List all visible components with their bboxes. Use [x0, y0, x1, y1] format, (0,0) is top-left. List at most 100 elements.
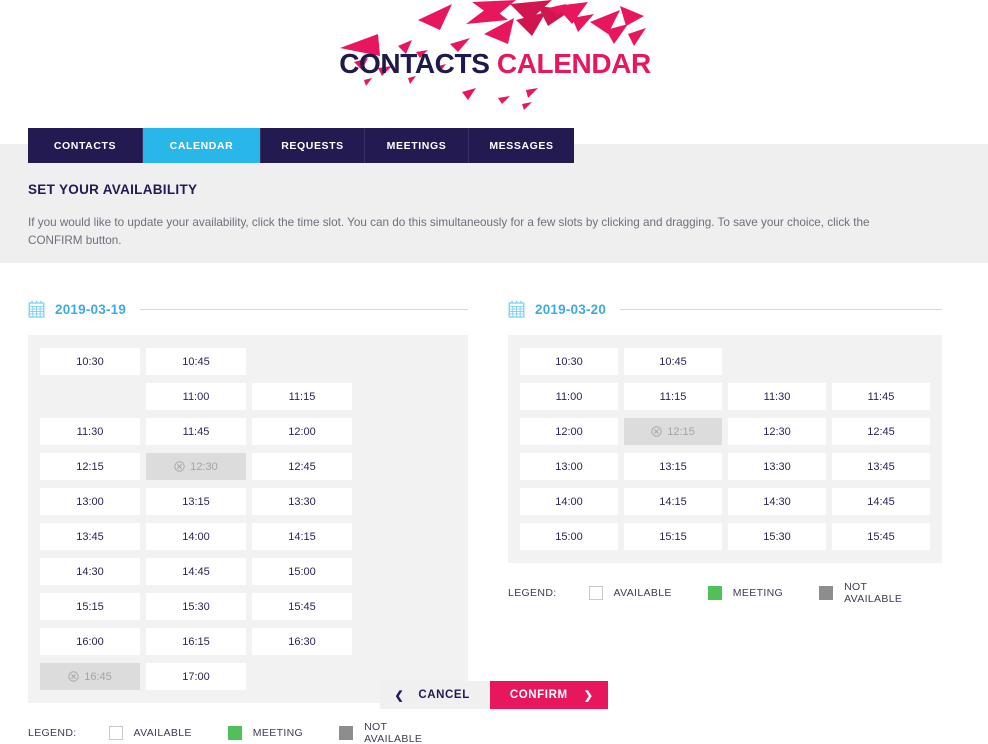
- legend: LEGEND: AVAILABLE MEETING NOT AVAILABLE: [28, 721, 468, 744]
- time-slot-label: 15:00: [288, 565, 316, 578]
- time-slot-14-00[interactable]: 14:00: [520, 488, 618, 515]
- time-slot-12-30[interactable]: 12:30: [728, 418, 826, 445]
- chevron-right-icon: ❯: [583, 689, 594, 702]
- time-slot-placeholder: [252, 348, 352, 375]
- time-slot-14-45[interactable]: 14:45: [146, 558, 246, 585]
- time-slot-label: 13:00: [555, 460, 583, 473]
- time-slot-13-00[interactable]: 13:00: [40, 488, 140, 515]
- time-slot-13-45[interactable]: 13:45: [832, 453, 930, 480]
- confirm-button-label: CONFIRM: [509, 689, 568, 701]
- time-slot-11-15[interactable]: 11:15: [252, 383, 352, 410]
- logo-text: CONTACTS CALENDAR: [320, 48, 670, 80]
- time-slot-label: 12:15: [667, 425, 695, 438]
- time-slot-13-30[interactable]: 13:30: [728, 453, 826, 480]
- time-slot-label: 15:30: [763, 530, 791, 543]
- time-slot-label: 15:15: [76, 600, 104, 613]
- time-slot-10-45[interactable]: 10:45: [146, 348, 246, 375]
- time-slot-label: 12:45: [288, 460, 316, 473]
- time-slot-11-45[interactable]: 11:45: [146, 418, 246, 445]
- time-slot-12-00[interactable]: 12:00: [520, 418, 618, 445]
- tab-requests[interactable]: REQUESTS: [261, 128, 365, 163]
- time-slot-label: 13:00: [76, 495, 104, 508]
- time-slot-10-30[interactable]: 10:30: [40, 348, 140, 375]
- time-slot-16-15[interactable]: 16:15: [146, 628, 246, 655]
- time-slot-11-15[interactable]: 11:15: [624, 383, 722, 410]
- time-slot-label: 11:00: [182, 390, 210, 403]
- time-slot-15-15[interactable]: 15:15: [624, 523, 722, 550]
- logo-word-contacts: CONTACTS: [339, 48, 490, 79]
- divider: [620, 308, 942, 310]
- logo[interactable]: CONTACTS CALENDAR: [320, 0, 670, 112]
- time-slot-13-15[interactable]: 13:15: [624, 453, 722, 480]
- time-slot-14-15[interactable]: 14:15: [252, 523, 352, 550]
- time-slot-10-30[interactable]: 10:30: [520, 348, 618, 375]
- time-slot-label: 16:15: [182, 635, 210, 648]
- time-slot-label: 13:15: [182, 495, 210, 508]
- time-slot-label: 11:00: [555, 390, 583, 403]
- time-slot-14-00[interactable]: 14:00: [146, 523, 246, 550]
- time-slot-12-00[interactable]: 12:00: [252, 418, 352, 445]
- calendar-icon: [28, 300, 45, 318]
- blocked-icon: [174, 461, 185, 472]
- time-slot-placeholder: [832, 348, 930, 375]
- time-slot-14-15[interactable]: 14:15: [624, 488, 722, 515]
- chevron-left-icon: ❮: [394, 689, 405, 702]
- legend-label-available: AVAILABLE: [613, 587, 672, 599]
- time-slot-15-45[interactable]: 15:45: [252, 593, 352, 620]
- date-header: 2019-03-19: [28, 263, 468, 318]
- time-slot-label: 14:30: [763, 495, 791, 508]
- legend-swatch-meeting: [707, 586, 722, 600]
- time-slot-15-00[interactable]: 15:00: [252, 558, 352, 585]
- time-slot-label: 12:30: [763, 425, 791, 438]
- time-slot-13-00[interactable]: 13:00: [520, 453, 618, 480]
- time-slot-12-15[interactable]: 12:15: [40, 453, 140, 480]
- time-slot-12-45[interactable]: 12:45: [832, 418, 930, 445]
- calendar-panel-2019-03-19: 2019-03-19 10:30 10:45 11:00 11:15 11:30 11:4…: [28, 263, 468, 744]
- time-slot-14-30[interactable]: 14:30: [40, 558, 140, 585]
- legend-swatch-not-available: [339, 726, 354, 740]
- time-slot-13-30[interactable]: 13:30: [252, 488, 352, 515]
- confirm-button[interactable]: CONFIRM ❯: [489, 681, 608, 709]
- time-slot-grid: 10:30 10:45 11:00 11:15 11:30 11:45 12:00 12:15…: [28, 335, 468, 703]
- time-slot-13-45[interactable]: 13:45: [40, 523, 140, 550]
- time-slot-label: 12:15: [76, 460, 104, 473]
- time-slot-label: 14:45: [867, 495, 895, 508]
- main-navigation: CONTACTS CALENDAR REQUESTS MEETINGS MESS…: [28, 128, 574, 163]
- time-slot-15-15[interactable]: 15:15: [40, 593, 140, 620]
- time-slot-12-30: 12:30: [146, 453, 246, 480]
- time-slot-label: 10:30: [555, 355, 583, 368]
- time-slot-label: 13:45: [867, 460, 895, 473]
- page-description: If you would like to update your availab…: [28, 216, 870, 247]
- tab-calendar[interactable]: CALENDAR: [143, 128, 261, 163]
- time-slot-15-00[interactable]: 15:00: [520, 523, 618, 550]
- time-slot-11-00[interactable]: 11:00: [146, 383, 246, 410]
- tab-messages[interactable]: MESSAGES: [469, 128, 574, 163]
- time-slot-11-30[interactable]: 11:30: [728, 383, 826, 410]
- time-slot-14-45[interactable]: 14:45: [832, 488, 930, 515]
- time-slot-16-00[interactable]: 16:00: [40, 628, 140, 655]
- legend-label-available: AVAILABLE: [133, 727, 192, 739]
- time-slot-label: 10:45: [659, 355, 687, 368]
- tab-contacts[interactable]: CONTACTS: [28, 128, 143, 163]
- time-slot-15-45[interactable]: 15:45: [832, 523, 930, 550]
- calendar-icon: [508, 300, 525, 318]
- time-slot-11-45[interactable]: 11:45: [832, 383, 930, 410]
- time-slot-label: 13:45: [76, 530, 104, 543]
- time-slot-13-15[interactable]: 13:15: [146, 488, 246, 515]
- time-slot-placeholder: [728, 348, 826, 375]
- legend: LEGEND: AVAILABLE MEETING NOT AVAILABLE: [508, 581, 942, 605]
- time-slot-15-30[interactable]: 15:30: [728, 523, 826, 550]
- time-slot-label: 16:30: [288, 635, 316, 648]
- time-slot-12-45[interactable]: 12:45: [252, 453, 352, 480]
- time-slot-16-30[interactable]: 16:30: [252, 628, 352, 655]
- time-slot-10-45[interactable]: 10:45: [624, 348, 722, 375]
- time-slot-label: 12:30: [190, 460, 218, 473]
- legend-item-available: AVAILABLE: [108, 726, 192, 740]
- time-slot-15-30[interactable]: 15:30: [146, 593, 246, 620]
- time-slot-label: 15:45: [867, 530, 895, 543]
- time-slot-11-30[interactable]: 11:30: [40, 418, 140, 445]
- time-slot-14-30[interactable]: 14:30: [728, 488, 826, 515]
- time-slot-11-00[interactable]: 11:00: [520, 383, 618, 410]
- tab-meetings[interactable]: MEETINGS: [365, 128, 469, 163]
- cancel-button[interactable]: ❮ CANCEL: [380, 681, 490, 709]
